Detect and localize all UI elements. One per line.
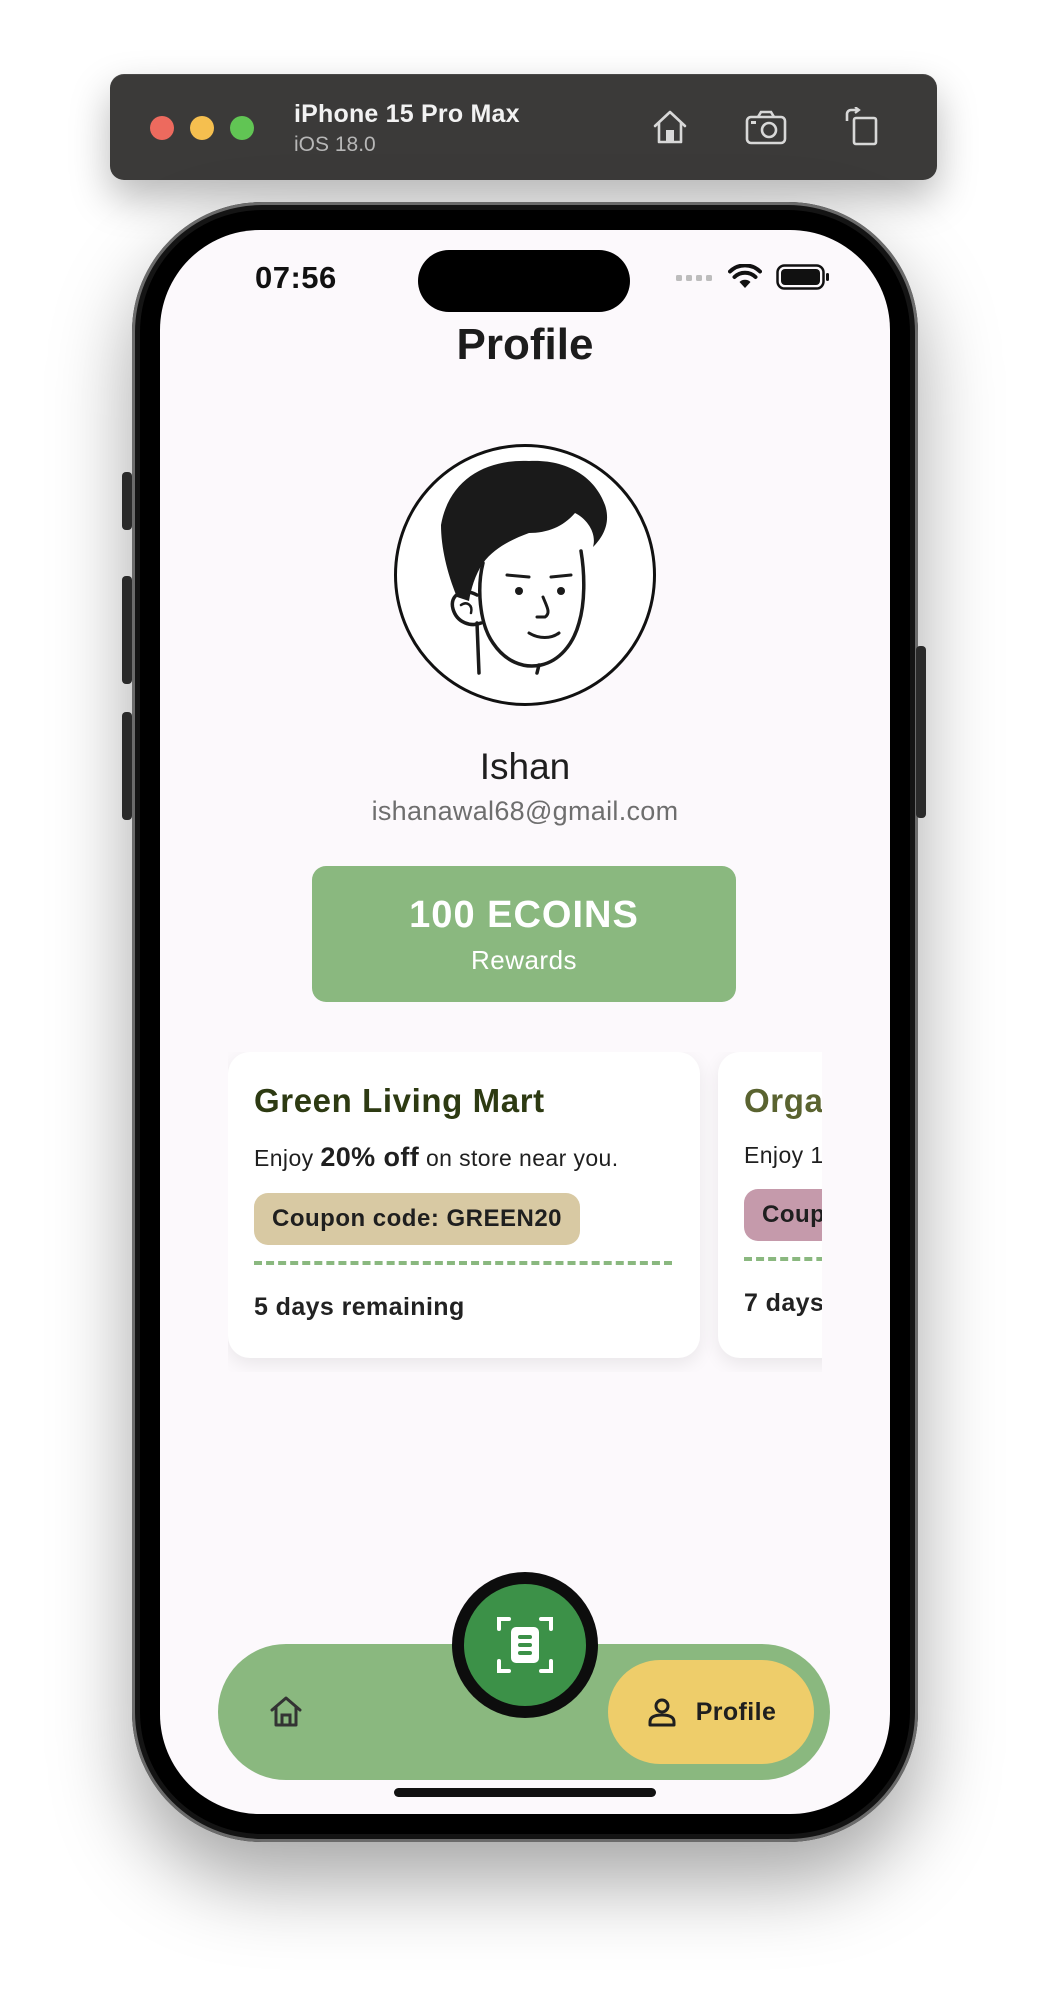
coupon-divider: [254, 1261, 672, 1265]
device-name: iPhone 15 Pro Max: [294, 100, 520, 128]
rotate-icon[interactable]: [839, 104, 885, 150]
home-icon: [270, 1696, 302, 1727]
os-version: iOS 18.0: [294, 133, 376, 156]
coupon-divider: [744, 1257, 822, 1261]
simulator-stage: iPhone 15 Pro Max iOS 18.0 07:56 Profile…: [0, 0, 1048, 1994]
simulator-actions: [647, 104, 885, 150]
nav-profile-tab[interactable]: Profile: [608, 1660, 814, 1764]
signal-icon: [676, 275, 712, 281]
scan-icon: [497, 1617, 553, 1673]
rewards-amount: 100 ECOINS: [409, 894, 639, 936]
coupon-store-name: Green Living Mart: [254, 1082, 545, 1119]
coupon-discount: 20% off: [320, 1142, 420, 1172]
simulator-toolbar: iPhone 15 Pro Max iOS 18.0: [110, 74, 937, 180]
volume-down-button: [122, 712, 132, 820]
home-indicator[interactable]: [394, 1788, 656, 1797]
coupon-remaining: 5 days remaining: [254, 1293, 465, 1321]
coupon-description: Enjoy 1: [744, 1142, 822, 1168]
coupon-store-name: Orga: [744, 1082, 822, 1119]
coupon-code-badge[interactable]: Coupon code: GREEN20: [254, 1193, 581, 1245]
home-icon[interactable]: [647, 104, 693, 150]
power-button: [916, 646, 926, 818]
nav-home-button[interactable]: [266, 1692, 306, 1732]
volume-up-button: [122, 576, 132, 684]
coupon-carousel[interactable]: Green Living Mart Enjoy 20% off on store…: [228, 1052, 822, 1372]
coupon-remaining: 7 days: [744, 1289, 822, 1317]
close-window-button[interactable]: [150, 116, 174, 140]
coupon-card[interactable]: Orga Enjoy 1 Coup 7 days: [718, 1052, 822, 1358]
avatar-illustration: [441, 460, 608, 675]
app-screen: 07:56 Profile Ishan ishanawal68@gmail.co…: [160, 230, 890, 1814]
person-icon: [648, 1698, 676, 1727]
user-email: ishanawal68@gmail.com: [371, 796, 679, 826]
zoom-window-button[interactable]: [230, 116, 254, 140]
wifi-icon: [728, 264, 762, 288]
coupon-description: Enjoy 20% off on store near you.: [254, 1142, 619, 1172]
scan-button[interactable]: [452, 1572, 598, 1718]
avatar[interactable]: [394, 444, 656, 706]
battery-icon: [776, 264, 829, 290]
simulator-title: iPhone 15 Pro Max iOS 18.0: [294, 100, 520, 157]
action-button: [122, 472, 132, 530]
screenshot-icon[interactable]: [743, 104, 789, 150]
dynamic-island: [418, 250, 630, 312]
rewards-card[interactable]: 100 ECOINS Rewards: [312, 866, 736, 1002]
rewards-label: Rewards: [470, 945, 578, 975]
coupon-card[interactable]: Green Living Mart Enjoy 20% off on store…: [228, 1052, 700, 1358]
minimize-window-button[interactable]: [190, 116, 214, 140]
status-time: 07:56: [255, 260, 337, 295]
user-name: Ishan: [479, 746, 571, 787]
coupon-code-badge[interactable]: Coup: [744, 1189, 822, 1241]
nav-profile-label: Profile: [695, 1697, 777, 1726]
page-title: Profile: [456, 320, 594, 369]
status-icons: [676, 264, 830, 290]
window-controls: [150, 116, 254, 140]
